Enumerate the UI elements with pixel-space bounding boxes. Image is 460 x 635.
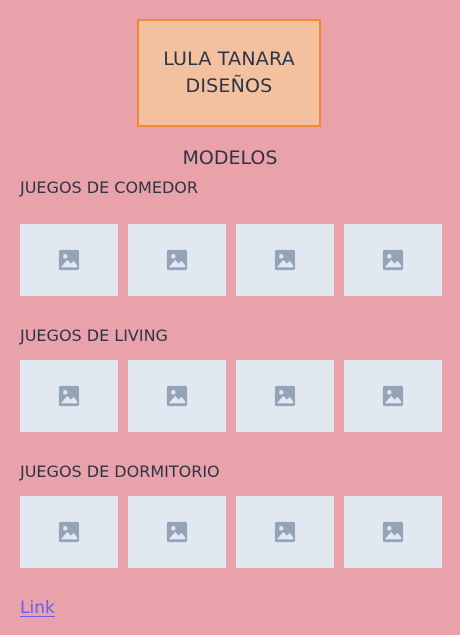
image-placeholder[interactable] <box>20 360 118 432</box>
image-placeholder[interactable] <box>344 360 442 432</box>
image-placeholder[interactable] <box>236 360 334 432</box>
link[interactable]: Link <box>20 597 55 619</box>
image-icon <box>274 521 296 543</box>
image-icon <box>382 249 404 271</box>
image-icon <box>382 521 404 543</box>
image-placeholder[interactable] <box>128 360 226 432</box>
image-icon <box>58 521 80 543</box>
image-row-dormitorio <box>20 496 442 568</box>
logo-line-2: DISEÑOS <box>185 75 273 97</box>
image-placeholder[interactable] <box>128 224 226 296</box>
image-placeholder[interactable] <box>236 496 334 568</box>
logo-text: LULA TANARA DISEÑOS <box>163 46 295 100</box>
image-icon <box>166 521 188 543</box>
image-placeholder[interactable] <box>344 496 442 568</box>
image-icon <box>382 385 404 407</box>
image-icon <box>166 249 188 271</box>
models-title: MODELOS <box>182 147 278 169</box>
image-placeholder[interactable] <box>20 224 118 296</box>
image-row-comedor <box>20 224 442 296</box>
section-title-living: JUEGOS DE LIVING <box>20 326 168 345</box>
image-icon <box>166 385 188 407</box>
image-icon <box>58 249 80 271</box>
logo-line-1: LULA TANARA <box>163 48 295 70</box>
image-placeholder[interactable] <box>344 224 442 296</box>
image-placeholder[interactable] <box>236 224 334 296</box>
logo-box: LULA TANARA DISEÑOS <box>137 19 321 127</box>
image-row-living <box>20 360 442 432</box>
image-icon <box>58 385 80 407</box>
image-placeholder[interactable] <box>20 496 118 568</box>
image-placeholder[interactable] <box>128 496 226 568</box>
image-icon <box>274 385 296 407</box>
section-title-comedor: JUEGOS DE COMEDOR <box>20 178 198 197</box>
image-icon <box>274 249 296 271</box>
section-title-dormitorio: JUEGOS DE DORMITORIO <box>20 462 220 481</box>
